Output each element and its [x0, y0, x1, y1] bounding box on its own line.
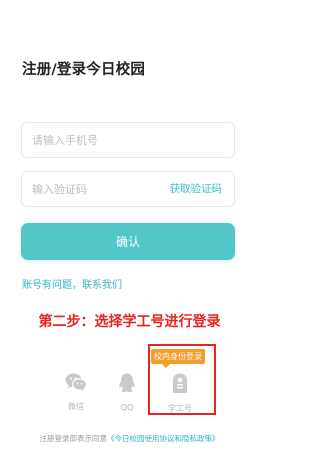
wechat-icon [56, 372, 96, 396]
get-code-button[interactable]: 获取验证码 [170, 172, 223, 206]
agreement-text: 注册登录即表示同意《今日校园使用协议和隐私政策》 [0, 433, 259, 444]
agreement-link[interactable]: 《今日校园使用协议和隐私政策》 [107, 434, 220, 443]
verification-code-field[interactable]: 获取验证码 [21, 171, 235, 207]
wechat-label: 微信 [68, 402, 84, 411]
login-page: 注册/登录今日校园 获取验证码 确认 账号有问题，联系我们 第二步：选择学工号进… [0, 0, 259, 462]
campus-identity-tag: 校内身份登录 [151, 349, 205, 364]
phone-input[interactable] [32, 123, 222, 157]
page-title: 注册/登录今日校园 [22, 62, 146, 78]
qq-login-option[interactable]: QQ [107, 372, 147, 412]
qq-icon [107, 372, 147, 398]
verification-code-input[interactable] [32, 172, 152, 206]
step-annotation: 第二步：选择学工号进行登录 [38, 314, 221, 330]
qq-label: QQ [120, 403, 134, 412]
agreement-prefix: 注册登录即表示同意 [39, 434, 108, 443]
confirm-button[interactable]: 确认 [21, 223, 235, 260]
wechat-login-option[interactable]: 微信 [56, 372, 96, 412]
phone-field[interactable] [21, 122, 235, 158]
account-help-link[interactable]: 账号有问题，联系我们 [22, 276, 122, 291]
tag-pointer [162, 364, 170, 368]
